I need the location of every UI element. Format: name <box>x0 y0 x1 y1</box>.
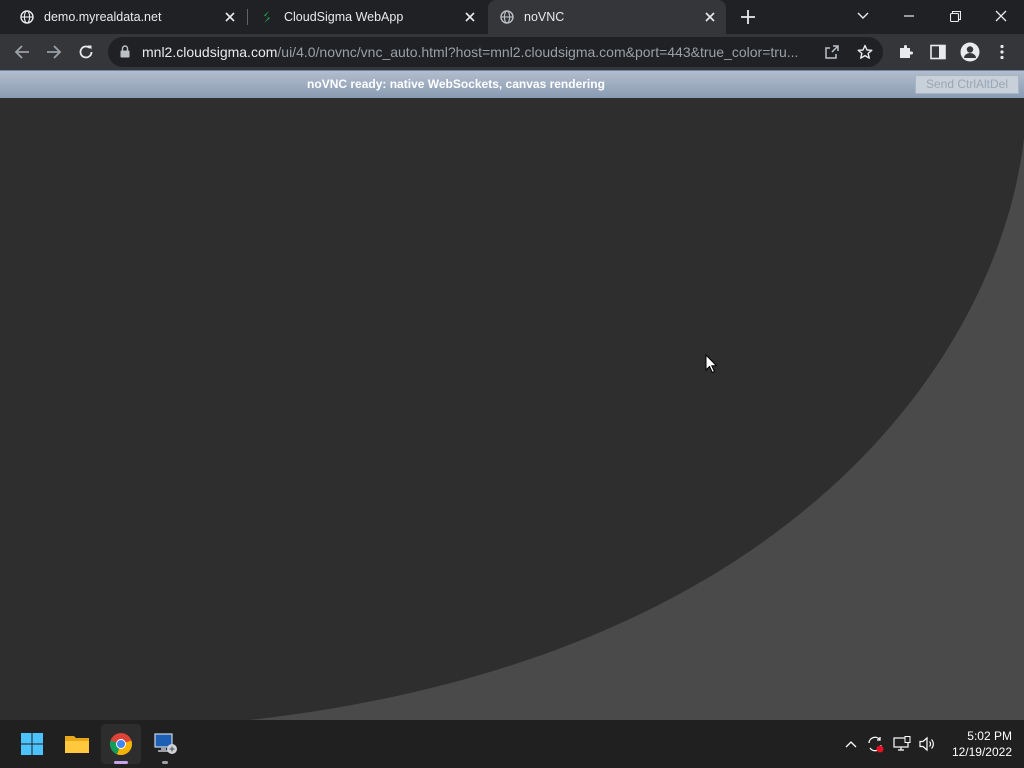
side-panel-button[interactable] <box>922 36 954 68</box>
vnc-canvas[interactable] <box>0 98 1024 720</box>
bookmark-star-icon[interactable] <box>857 44 873 65</box>
globe-icon <box>20 10 34 24</box>
new-tab-button[interactable] <box>732 1 764 33</box>
clock-time: 5:02 PM <box>967 729 1012 743</box>
avatar-icon <box>960 42 980 62</box>
chevron-up-icon[interactable] <box>841 734 861 754</box>
novnc-status-bar: noVNC ready: native WebSockets, canvas r… <box>0 70 1024 98</box>
close-tab-icon[interactable] <box>462 9 478 25</box>
kebab-menu-icon <box>1000 44 1004 60</box>
novnc-status-text: noVNC ready: native WebSockets, canvas r… <box>307 77 605 91</box>
puzzle-icon <box>900 45 913 58</box>
tab-search-button[interactable] <box>840 0 886 32</box>
file-explorer-icon[interactable] <box>57 724 97 764</box>
close-tab-icon[interactable] <box>222 9 238 25</box>
restore-button[interactable] <box>932 0 978 32</box>
volume-icon[interactable] <box>917 734 937 754</box>
tab-title: noVNC <box>524 10 565 24</box>
windows-taskbar: 5:02 PM 12/19/2022 <box>0 720 1024 768</box>
arrow-left-icon <box>14 45 29 59</box>
chrome-icon[interactable] <box>101 724 141 764</box>
url-host: mnl2.cloudsigma.com <box>142 44 278 60</box>
clock-date: 12/19/2022 <box>951 745 1012 759</box>
network-icon[interactable] <box>892 734 912 754</box>
chevron-down-icon <box>857 12 869 19</box>
close-icon <box>995 10 1007 22</box>
active-app-indicator <box>114 761 128 764</box>
system-clock[interactable]: 5:02 PM 12/19/2022 <box>940 728 1012 760</box>
globe-icon <box>500 10 514 24</box>
close-tab-icon[interactable] <box>702 9 718 25</box>
arrow-right-icon <box>47 45 62 59</box>
tab-novnc[interactable]: noVNC <box>488 0 726 34</box>
share-icon[interactable] <box>824 44 840 65</box>
reload-button[interactable] <box>70 36 102 68</box>
extensions-button[interactable] <box>890 36 922 68</box>
cloudsigma-logo-icon <box>260 10 274 24</box>
remote-desktop-icon[interactable] <box>145 724 185 764</box>
windows-start-icon[interactable] <box>12 724 52 764</box>
tab-title: CloudSigma WebApp <box>284 10 404 24</box>
tab-demo[interactable]: demo.myrealdata.net <box>0 0 246 34</box>
tab-cloudsigma[interactable]: CloudSigma WebApp <box>248 0 486 34</box>
minimize-button[interactable] <box>886 0 932 32</box>
desktop-wallpaper <box>0 98 1024 720</box>
plus-icon <box>741 10 755 24</box>
restore-icon <box>949 10 961 22</box>
side-panel-icon <box>930 44 946 60</box>
send-ctrlaltdel-button[interactable]: Send CtrlAltDel <box>915 75 1019 94</box>
sync-error-icon[interactable] <box>865 734 885 754</box>
lock-icon[interactable] <box>120 45 130 63</box>
url-path: /ui/4.0/novnc/vnc_auto.html?host=mnl2.cl… <box>277 44 799 60</box>
url-text[interactable]: mnl2.cloudsigma.com/ui/4.0/novnc/vnc_aut… <box>142 37 817 67</box>
back-button[interactable] <box>6 36 38 68</box>
mouse-cursor-icon <box>705 354 718 374</box>
close-window-button[interactable] <box>978 0 1024 32</box>
address-bar[interactable]: mnl2.cloudsigma.com/ui/4.0/novnc/vnc_aut… <box>108 37 883 67</box>
browser-toolbar: mnl2.cloudsigma.com/ui/4.0/novnc/vnc_aut… <box>0 34 1024 70</box>
tab-strip: demo.myrealdata.net CloudSigma WebApp no… <box>0 0 1024 34</box>
tab-title: demo.myrealdata.net <box>44 10 162 24</box>
minimize-icon <box>904 15 914 17</box>
profile-button[interactable] <box>954 36 986 68</box>
reload-icon <box>79 45 93 59</box>
menu-button[interactable] <box>986 36 1018 68</box>
forward-button[interactable] <box>38 36 70 68</box>
running-app-indicator <box>162 761 168 764</box>
